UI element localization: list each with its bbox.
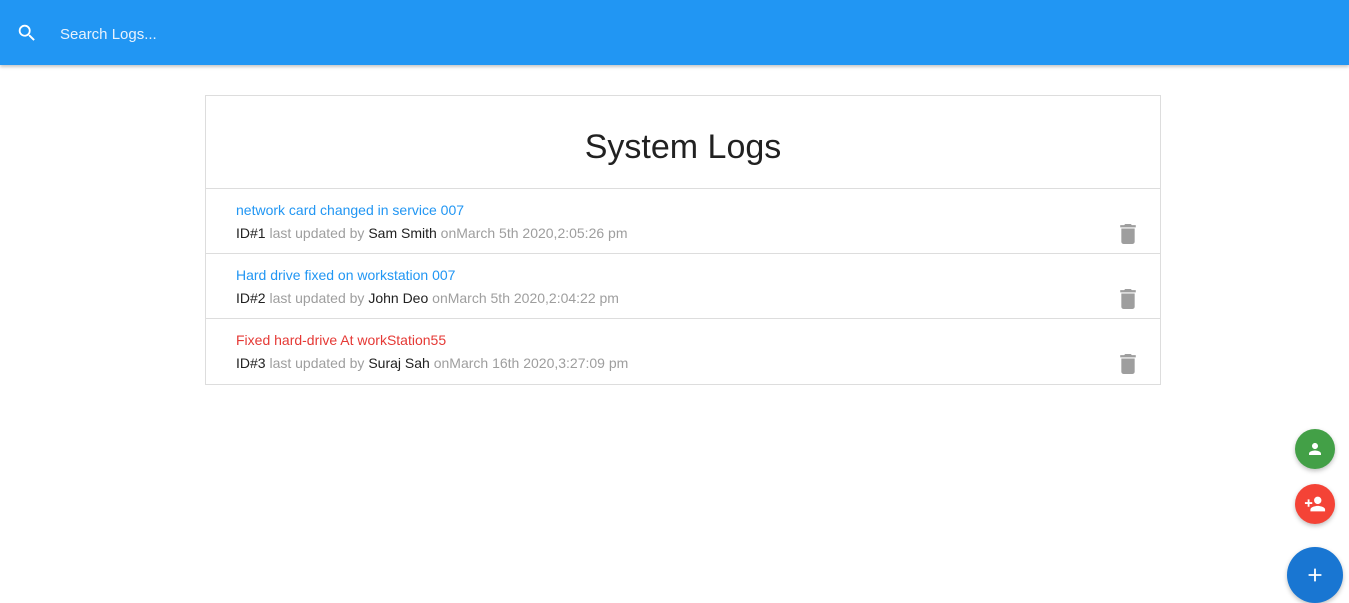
log-tech: Suraj Sah — [368, 355, 430, 371]
log-date: March 16th 2020,3:27:09 pm — [449, 355, 629, 371]
log-on-text: on — [436, 225, 457, 241]
add-log-button[interactable] — [1287, 547, 1343, 603]
log-message-link[interactable]: Fixed hard-drive At workStation55 — [236, 332, 446, 348]
log-item: network card changed in service 007 ID#1… — [206, 189, 1160, 254]
log-updated-by-text: last updated by — [265, 290, 369, 306]
log-id: ID#1 — [236, 225, 266, 241]
page-title: System Logs — [584, 128, 782, 166]
view-techs-button[interactable] — [1295, 429, 1335, 469]
person-icon — [1309, 443, 1321, 455]
log-item: Fixed hard-drive At workStation55 ID#3 l… — [206, 319, 1160, 383]
search-icon — [18, 24, 35, 41]
log-meta: ID#1 last updated by Sam Smith onMarch 5… — [236, 225, 628, 241]
log-meta: ID#3 last updated by Suraj Sah onMarch 1… — [236, 355, 628, 371]
log-id: ID#3 — [236, 355, 266, 371]
log-date: March 5th 2020,2:05:26 pm — [456, 225, 628, 241]
log-meta: ID#2 last updated by John Deo onMarch 5t… — [236, 290, 619, 306]
log-tech: John Deo — [368, 290, 429, 306]
log-message-link[interactable]: Hard drive fixed on workstation 007 — [236, 267, 455, 283]
system-logs-card: System Logs network card changed in serv… — [205, 95, 1161, 385]
log-on-text: on — [429, 355, 450, 371]
log-id: ID#2 — [236, 290, 266, 306]
search-input[interactable] — [60, 18, 660, 50]
log-date: March 5th 2020,2:04:22 pm — [447, 290, 619, 306]
log-item: Hard drive fixed on workstation 007 ID#2… — [206, 254, 1160, 319]
add-tech-button[interactable] — [1295, 484, 1335, 524]
delete-icon[interactable] — [1119, 289, 1137, 309]
delete-icon[interactable] — [1119, 224, 1137, 244]
navbar — [0, 0, 1349, 65]
log-message-link[interactable]: network card changed in service 007 — [236, 202, 464, 218]
delete-icon[interactable] — [1119, 354, 1137, 374]
person-add-icon — [1304, 496, 1326, 512]
log-on-text: on — [428, 290, 448, 306]
log-tech: Sam Smith — [368, 225, 437, 241]
card-header: System Logs — [206, 96, 1160, 189]
log-updated-by-text: last updated by — [265, 355, 369, 371]
add-icon — [1308, 568, 1322, 582]
log-updated-by-text: last updated by — [265, 225, 369, 241]
